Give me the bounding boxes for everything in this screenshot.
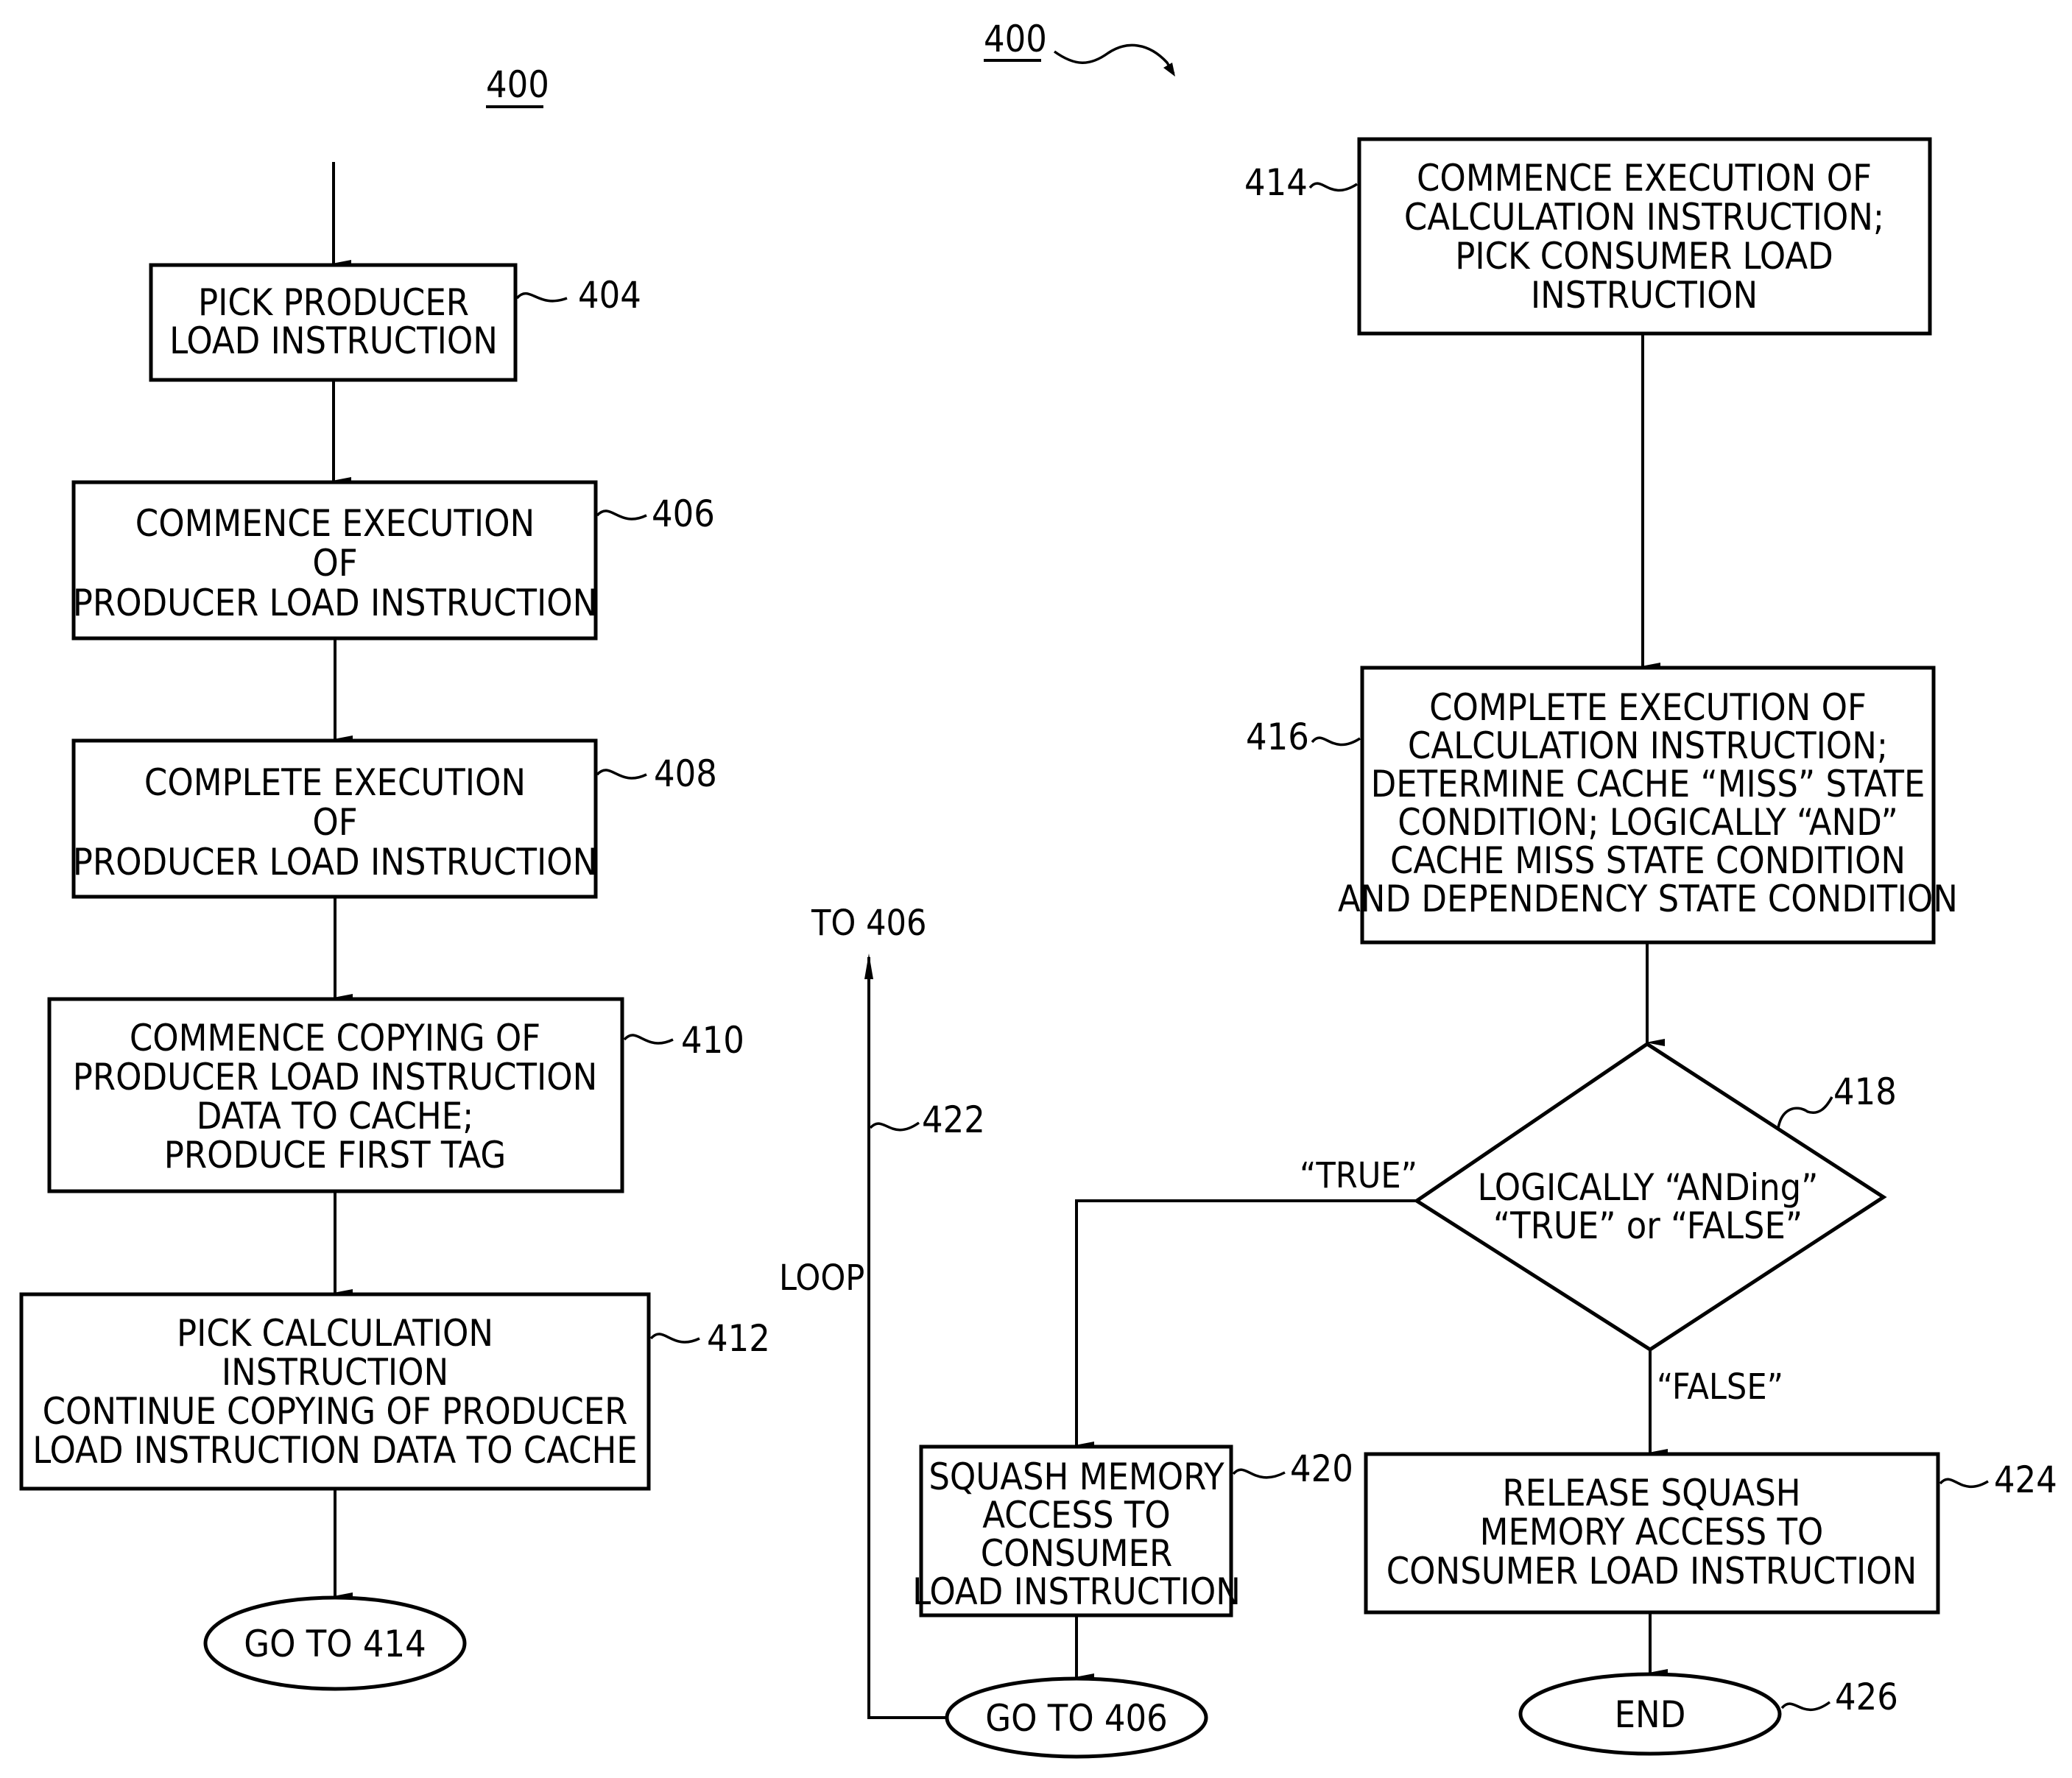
step-410-line-3: DATA TO CACHE;: [197, 1095, 474, 1137]
decision-418: LOGICALLY “ANDing” “TRUE” or “FALSE” 418: [1413, 1041, 1897, 1352]
loop-label: LOOP: [779, 1257, 864, 1299]
step-416-line-4: CONDITION; LOGICALLY “AND”: [1398, 801, 1898, 844]
ref-418: 418: [1833, 1070, 1897, 1113]
step-408: COMPLETE EXECUTION OF PRODUCER LOAD INST…: [71, 738, 717, 899]
figure-number-top: 400: [984, 18, 1047, 60]
true-branch-label: “TRUE”: [1300, 1155, 1417, 1196]
loop-arrowhead: [864, 953, 873, 979]
step-408-line-3: PRODUCER LOAD INSTRUCTION: [73, 841, 598, 883]
ref-422: 422: [922, 1098, 985, 1141]
end-label: END: [1615, 1693, 1686, 1736]
step-416-line-6: AND DEPENDENCY STATE CONDITION: [1338, 878, 1958, 920]
step-412-line-3: CONTINUE COPYING OF PRODUCER: [43, 1390, 628, 1433]
ref-414: 414: [1244, 161, 1308, 204]
connector-goto-414: GO TO 414: [203, 1595, 467, 1691]
step-416-line-1: COMPLETE EXECUTION OF: [1429, 686, 1867, 729]
step-420-line-4: LOAD INSTRUCTION: [912, 1570, 1241, 1613]
flowchart: 400 400 PICK PRODUCER LOAD INSTRUCTION 4…: [19, 18, 2057, 1759]
figure-number-left: 400: [486, 63, 549, 106]
loop-target-label: TO 406: [811, 903, 926, 944]
ref-412: 412: [707, 1317, 770, 1360]
ref-408: 408: [654, 752, 717, 795]
ref-410: 410: [681, 1019, 744, 1062]
ref-420: 420: [1290, 1447, 1353, 1490]
goto-414-label: GO TO 414: [244, 1623, 426, 1665]
false-branch-label: “FALSE”: [1657, 1366, 1783, 1408]
step-416-line-2: CALCULATION INSTRUCTION;: [1408, 724, 1888, 767]
step-416-line-5: CACHE MISS STATE CONDITION: [1390, 839, 1906, 882]
ref-424: 424: [1994, 1458, 2057, 1501]
goto-406-label: GO TO 406: [985, 1697, 1168, 1740]
figure-label-top: 400: [984, 18, 1175, 77]
step-404-line-2: LOAD INSTRUCTION: [169, 320, 498, 362]
decision-418-line-1: LOGICALLY “ANDing”: [1478, 1166, 1819, 1209]
step-424-line-3: CONSUMER LOAD INSTRUCTION: [1386, 1550, 1917, 1592]
step-414-line-3: PICK CONSUMER LOAD: [1455, 235, 1833, 278]
step-412-line-2: INSTRUCTION: [222, 1351, 448, 1394]
step-412: PICK CALCULATION INSTRUCTION CONTINUE CO…: [19, 1292, 770, 1491]
step-404-line-1: PICK PRODUCER: [198, 281, 469, 324]
step-408-line-2: OF: [312, 801, 357, 844]
step-410: COMMENCE COPYING OF PRODUCER LOAD INSTRU…: [47, 997, 744, 1193]
step-406: COMMENCE EXECUTION OF PRODUCER LOAD INST…: [71, 480, 715, 641]
step-416: COMPLETE EXECUTION OF CALCULATION INSTRU…: [1246, 666, 1958, 945]
step-410-line-2: PRODUCER LOAD INSTRUCTION: [73, 1056, 598, 1098]
step-406-line-3: PRODUCER LOAD INSTRUCTION: [73, 582, 598, 624]
ref-426: 426: [1835, 1676, 1898, 1718]
step-420-line-1: SQUASH MEMORY: [928, 1456, 1224, 1498]
step-406-line-1: COMMENCE EXECUTION: [135, 502, 535, 545]
step-412-line-4: LOAD INSTRUCTION DATA TO CACHE: [32, 1429, 637, 1472]
step-420-line-2: ACCESS TO: [982, 1494, 1170, 1537]
ref-416: 416: [1246, 716, 1309, 758]
ref-404: 404: [578, 274, 641, 317]
step-410-line-1: COMMENCE COPYING OF: [130, 1017, 540, 1059]
figure-label-left: 400: [486, 63, 549, 108]
step-414-line-1: COMMENCE EXECUTION OF: [1417, 157, 1872, 200]
step-420-line-3: CONSUMER: [981, 1532, 1172, 1575]
step-412-line-1: PICK CALCULATION: [177, 1312, 493, 1355]
step-416-line-3: DETERMINE CACHE “MISS” STATE: [1371, 763, 1925, 805]
arrow-true-branch: [1075, 1199, 1417, 1449]
decision-418-line-2: “TRUE” or “FALSE”: [1493, 1204, 1803, 1247]
step-414: COMMENCE EXECUTION OF CALCULATION INSTRU…: [1244, 137, 1932, 336]
step-424-line-2: MEMORY ACCESS TO: [1480, 1511, 1824, 1553]
step-424: RELEASE SQUASH MEMORY ACCESS TO CONSUMER…: [1364, 1452, 2057, 1615]
step-408-line-1: COMPLETE EXECUTION: [144, 761, 526, 804]
step-406-line-2: OF: [312, 542, 357, 585]
connector-goto-406: GO TO 406: [945, 1676, 1208, 1759]
step-414-line-2: CALCULATION INSTRUCTION;: [1404, 196, 1884, 239]
ref-406: 406: [652, 493, 715, 535]
step-424-line-1: RELEASE SQUASH: [1502, 1472, 1800, 1514]
step-414-line-4: INSTRUCTION: [1531, 274, 1758, 317]
step-410-line-4: PRODUCE FIRST TAG: [164, 1134, 507, 1176]
terminal-end-426: END 426: [1518, 1672, 1898, 1756]
figure-pointer-squiggle: [1053, 43, 1175, 74]
step-404: PICK PRODUCER LOAD INSTRUCTION 404: [149, 263, 641, 382]
step-420: SQUASH MEMORY ACCESS TO CONSUMER LOAD IN…: [912, 1444, 1353, 1618]
